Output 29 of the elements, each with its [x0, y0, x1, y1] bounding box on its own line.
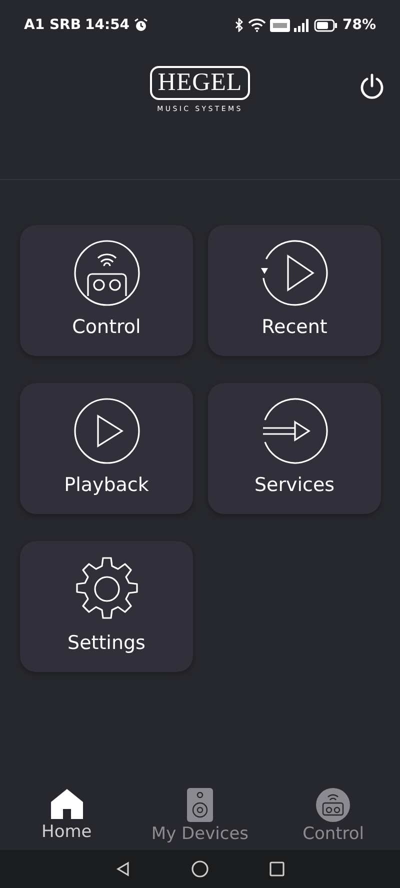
brand-logo: HEGEL — [150, 66, 250, 100]
recents-square-icon[interactable] — [269, 861, 285, 877]
alarm-icon — [134, 18, 148, 32]
play-icon — [72, 397, 140, 466]
back-icon[interactable] — [115, 861, 131, 877]
home-circle-icon[interactable] — [191, 860, 209, 878]
home-icon — [48, 788, 85, 820]
replay-icon — [260, 239, 328, 308]
arrow-in-circle-icon — [260, 397, 328, 466]
bluetooth-icon — [235, 18, 244, 32]
remote-icon — [72, 239, 140, 308]
menu-tile[interactable]: Services — [208, 383, 381, 514]
menu-tile[interactable]: Settings — [20, 541, 193, 672]
battery-icon — [314, 18, 338, 32]
nav-tab[interactable]: Home — [6, 788, 127, 844]
speaker-icon — [186, 788, 213, 822]
wifi-icon — [248, 18, 266, 32]
carrier-name: A1 SRB — [24, 16, 81, 34]
remote-icon — [316, 788, 350, 822]
nav-tab[interactable]: My Devices — [140, 788, 260, 844]
menu-tile[interactable]: Control — [20, 225, 193, 356]
battery-percent: 78% — [342, 16, 376, 34]
menu-tile[interactable]: Recent — [208, 225, 381, 356]
power-button[interactable] — [358, 72, 386, 100]
signal-icon — [294, 18, 310, 32]
clock-time: 14:54 — [84, 16, 130, 34]
nav-tab[interactable]: Control — [273, 788, 394, 844]
menu-tile[interactable]: Playback — [20, 383, 193, 514]
volte-icon — [270, 18, 290, 32]
